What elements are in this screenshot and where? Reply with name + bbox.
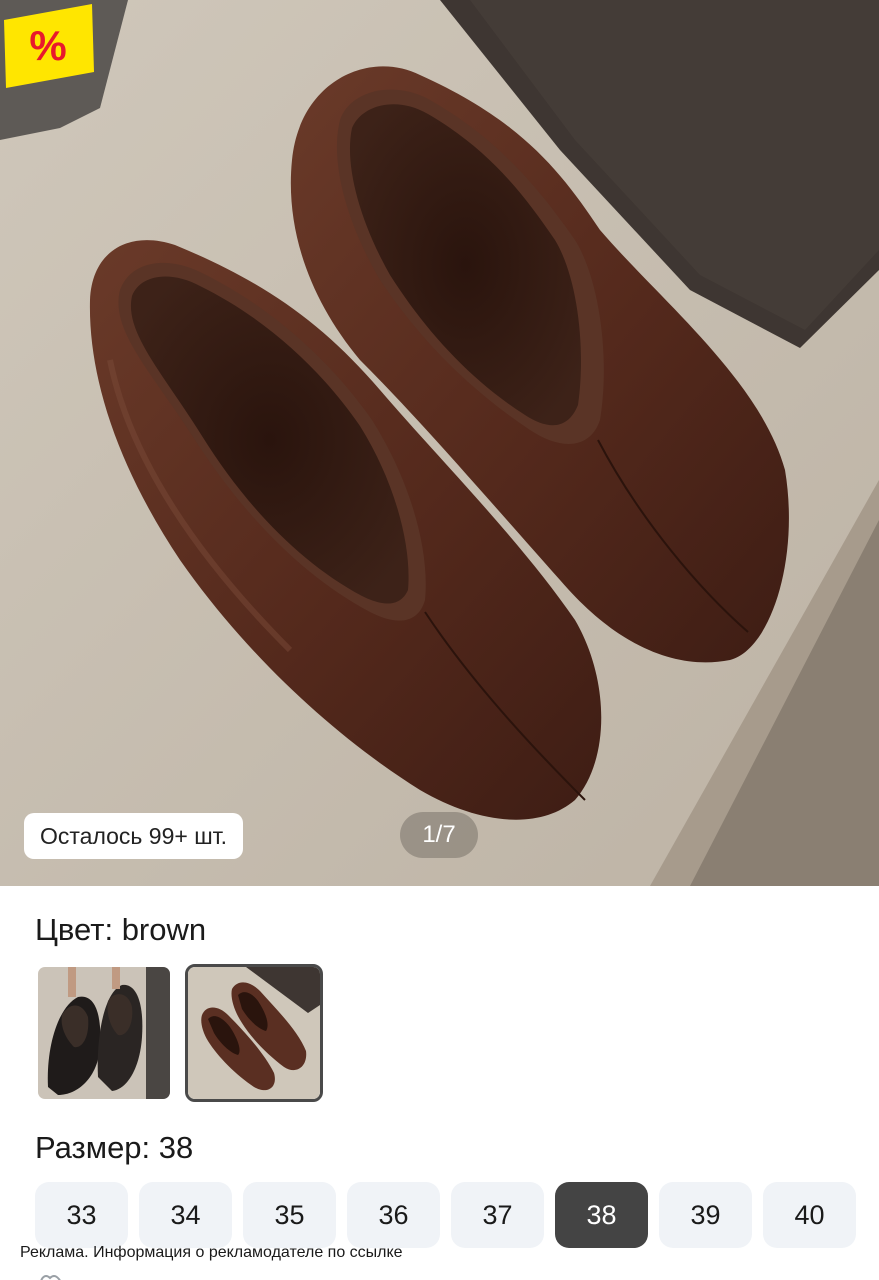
size-options: 33 34 35 36 37 38 39 40	[35, 1182, 856, 1248]
size-option-38[interactable]: 38	[555, 1182, 648, 1248]
svg-text:%: %	[29, 22, 66, 69]
color-thumbnail-black	[38, 967, 170, 1099]
size-option-34[interactable]: 34	[139, 1182, 232, 1248]
size-option-35[interactable]: 35	[243, 1182, 336, 1248]
size-option-33[interactable]: 33	[35, 1182, 128, 1248]
stock-remaining-badge: Осталось 99+ шт.	[24, 813, 244, 859]
ad-notice-link[interactable]: Реклама. Информация о рекламодателе по с…	[20, 1244, 403, 1262]
color-options	[35, 964, 323, 1102]
size-option-40[interactable]: 40	[763, 1182, 856, 1248]
partial-icon	[40, 1275, 61, 1280]
sale-badge: %	[4, 4, 94, 88]
photo-pager-indicator: 1/7	[400, 812, 478, 858]
size-option-37[interactable]: 37	[451, 1182, 544, 1248]
color-option-black[interactable]	[35, 964, 173, 1102]
product-photo	[0, 0, 879, 886]
size-option-36[interactable]: 36	[347, 1182, 440, 1248]
product-photo-gallery[interactable]: % Осталось 99+ шт. 1/7	[0, 0, 879, 886]
size-section-title: Размер: 38	[35, 1130, 194, 1165]
color-option-brown[interactable]	[185, 964, 323, 1102]
color-thumbnail-brown	[188, 967, 320, 1099]
size-option-39[interactable]: 39	[659, 1182, 752, 1248]
color-section-title: Цвет: brown	[35, 912, 207, 947]
